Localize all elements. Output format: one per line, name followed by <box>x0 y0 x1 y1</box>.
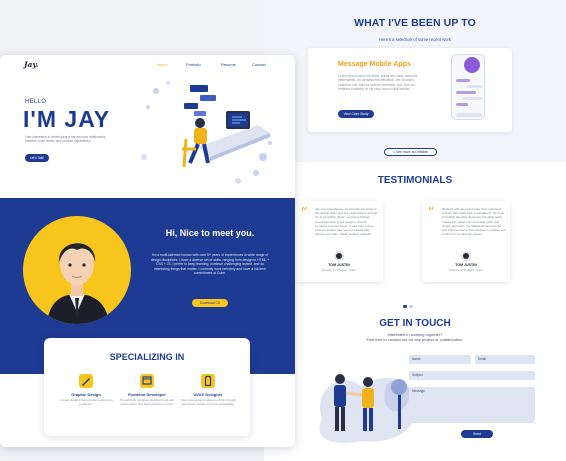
project-description: Lorem ipsum dolor sit amet, prima nec ca… <box>338 74 418 91</box>
skill-name: Frontend Developer <box>128 392 166 397</box>
download-cv-button[interactable]: Download CV <box>192 299 228 307</box>
pencil-icon <box>79 374 93 388</box>
work-subtitle: Here's a selection of some recent work <box>378 37 452 42</box>
portfolio-page: Jay. Home Portfolio Resume Contact HELLO… <box>0 55 295 447</box>
logo[interactable]: Jay. <box>24 60 39 69</box>
hero-blurb: I am interested in developing a harmonio… <box>25 135 106 144</box>
avatar <box>334 251 344 261</box>
right-page: WHAT I'VE BEEN UP TO Here's a selection … <box>264 0 566 461</box>
dribbble-link-label: See more at Dribbble <box>395 150 429 154</box>
phone-icon <box>201 374 215 388</box>
skill-graphic-design: Graphic Design I create designs that pro… <box>56 374 116 407</box>
skill-description: I like prototyping & helps me think thro… <box>180 398 236 406</box>
contact-subtitle: Interested in working together? Feel fre… <box>264 332 566 342</box>
testimonial-card: “ Working with Jay was better than expec… <box>422 201 510 282</box>
app-avatar-icon <box>464 57 480 73</box>
project-card: Message Mobile Apps Lorem ipsum dolor si… <box>308 48 512 132</box>
dribbble-link[interactable]: ● See more at Dribbble <box>384 148 437 156</box>
hero-headline: I'M JAY <box>23 106 111 132</box>
lets-talk-button[interactable]: Let's Talk! <box>25 154 49 162</box>
portrait-image <box>47 243 109 324</box>
view-case-study-button[interactable]: View Case Study <box>338 110 374 118</box>
developer-desk-illustration <box>141 81 272 184</box>
carousel-dot[interactable] <box>409 304 413 308</box>
skill-description: Thoughtfully designed websites built wit… <box>119 398 175 406</box>
name-field[interactable]: Name <box>409 355 471 364</box>
skill-ui-ux-designer: UI/UX Designer I like prototyping & help… <box>178 374 238 407</box>
testimonial-name: TOM JUSTIN <box>328 263 350 267</box>
hero-greeting: HELLO <box>25 99 47 105</box>
about-heading: Hi, Nice to meet you. <box>165 228 255 238</box>
nav-portfolio[interactable]: Portfolio <box>186 62 201 67</box>
subject-field[interactable]: Subject <box>409 371 535 380</box>
avatar <box>461 251 471 261</box>
skill-name: UI/UX Designer <box>193 392 223 397</box>
testimonial-card: “ Jay is a powerhouse, an exceptional as… <box>295 201 383 282</box>
contact-subtitle-line: Feel free to contact me for any project … <box>366 337 464 342</box>
carousel-dot[interactable] <box>403 304 407 308</box>
specializing-heading: SPECIALIZING IN <box>109 352 185 362</box>
send-button[interactable]: Send <box>461 430 493 438</box>
skill-frontend-developer: Frontend Developer Thoughtfully designed… <box>117 374 177 407</box>
nav-contact[interactable]: Contact <box>252 62 266 67</box>
dribbble-icon: ● <box>392 150 396 154</box>
profile-photo <box>23 216 131 324</box>
about-text: I'm a multi-talented human with over 5+ … <box>150 253 270 276</box>
testimonial-quote: Working with Jay was better than expecte… <box>442 207 506 237</box>
contact-heading: GET IN TOUCH <box>379 318 451 329</box>
code-window-icon <box>140 374 154 388</box>
testimonial-role: Director of Product, Cube <box>449 268 483 272</box>
specializing-card: SPECIALIZING IN Graphic Design I create … <box>44 338 250 436</box>
quote-icon: “ <box>301 205 308 218</box>
work-heading: WHAT I'VE BEEN UP TO <box>354 17 476 29</box>
skill-description: I create designs that provide solutions … <box>59 398 113 406</box>
nav-resume[interactable]: Resume <box>221 62 236 67</box>
quote-icon: “ <box>428 205 435 218</box>
carousel-dots <box>403 295 415 313</box>
skill-name: Graphic Design <box>71 392 101 397</box>
testimonial-quote: Jay is a powerhouse, an exceptional asse… <box>315 207 379 237</box>
testimonial-role: Director of Product, Cube <box>322 268 356 272</box>
email-field[interactable]: Email <box>475 355 535 364</box>
phone-mockup <box>451 54 485 120</box>
nav-home[interactable]: Home <box>157 62 168 67</box>
handshake-illustration <box>319 374 414 443</box>
message-field[interactable]: Message <box>409 387 535 423</box>
testimonial-name: TOM JUSTIN <box>455 263 477 267</box>
project-title: Message Mobile Apps <box>338 61 411 68</box>
testimonials-heading: TESTIMONIALS <box>377 175 453 186</box>
